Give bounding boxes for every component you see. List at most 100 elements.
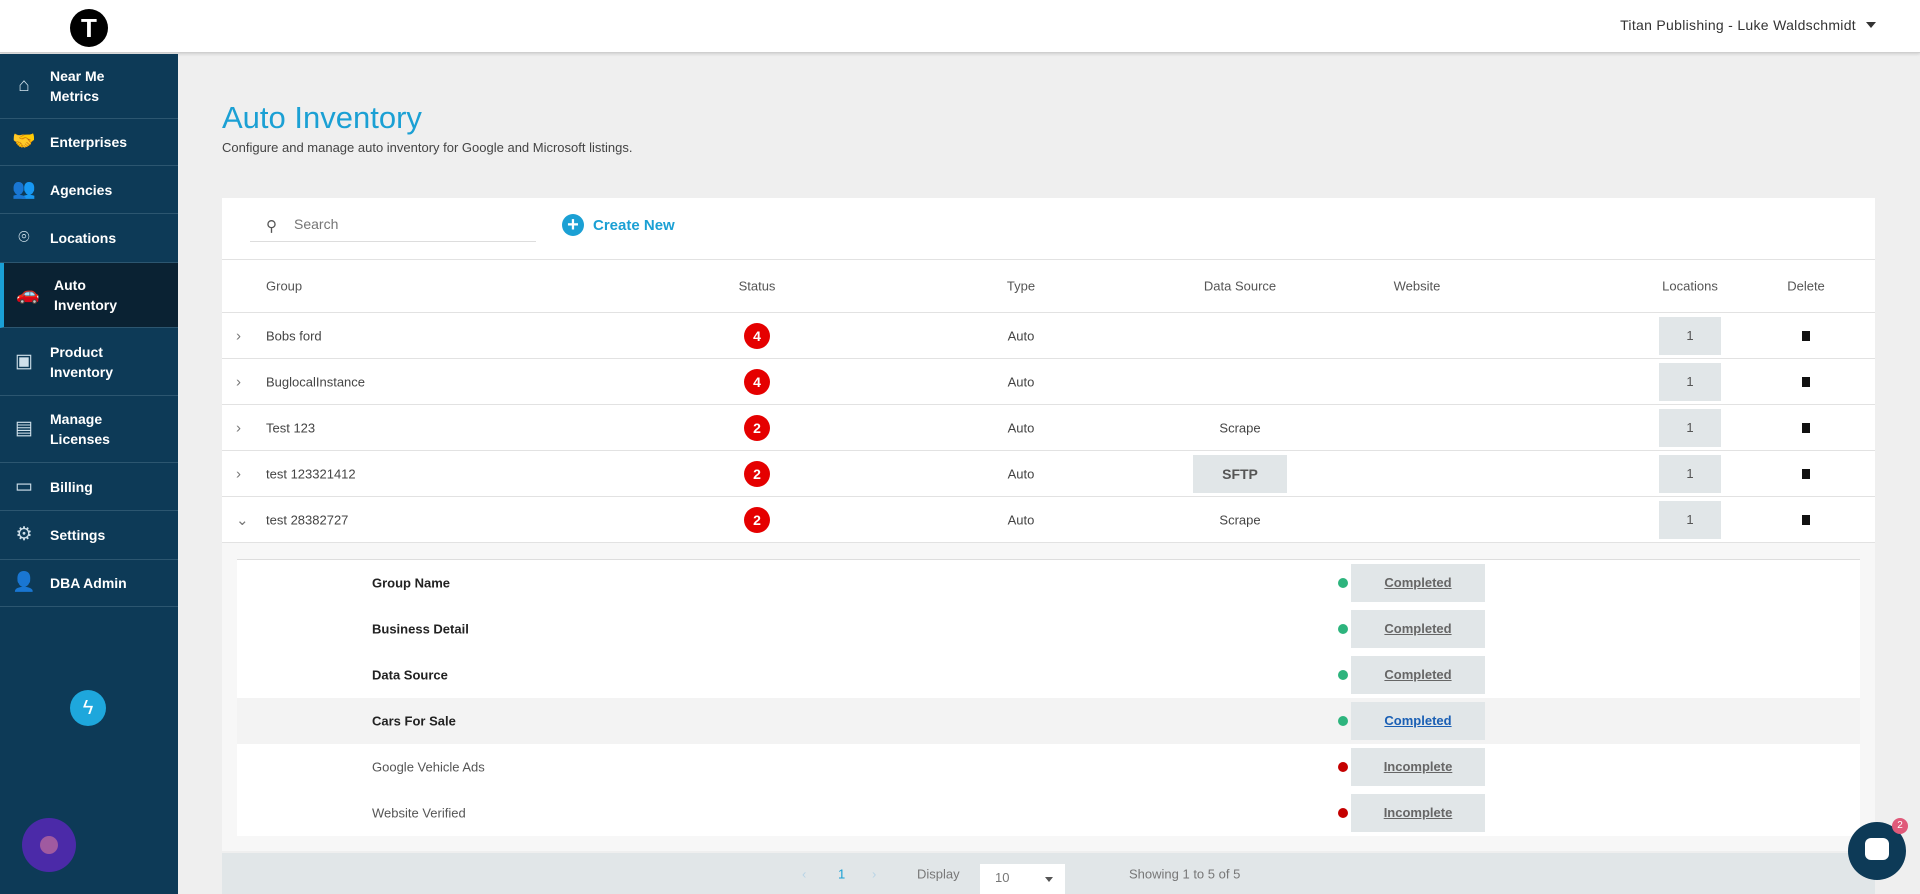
sidebar-item-product-inventory[interactable]: ▣ Product Inventory [0,328,178,396]
create-new-button[interactable]: + Create New [562,214,675,236]
trash-icon[interactable] [1802,422,1810,433]
locations-button[interactable]: 1 [1659,454,1721,493]
trash-icon[interactable] [1802,330,1810,341]
incomplete-button[interactable]: Incomplete [1351,794,1485,832]
status-badge[interactable]: 2 [744,414,770,441]
chat-button[interactable]: 2 [1848,818,1908,880]
next-page-icon[interactable]: › [872,866,876,881]
sidebar-item-billing[interactable]: ▭ Billing [0,463,178,511]
detail-label: Cars For Sale [372,713,456,729]
inventory-card: ⚲ + Create New Group Status Type Data So… [222,198,1875,851]
sidebar-item-dba-admin[interactable]: 👤 DBA Admin [0,560,178,607]
type: Auto [1007,420,1035,435]
detail-label: Data Source [372,667,448,683]
status-dot-icon [1338,762,1348,772]
locations-button[interactable]: 1 [1659,408,1721,447]
status-badge[interactable]: 2 [744,460,770,487]
column-data-source[interactable]: Data Source [1204,279,1276,294]
titan-logo[interactable]: T [70,9,108,47]
table-row[interactable]: › Test 123 2 Auto Scrape 1 [222,405,1875,451]
table-header: Group Status Type Data Source Website Lo… [222,260,1875,313]
plus-circle-icon: + [562,214,584,236]
chevron-right-icon[interactable]: › [236,465,241,482]
column-website[interactable]: Website [1394,279,1441,294]
group-name: BuglocalInstance [266,374,366,389]
chevron-right-icon[interactable]: › [236,373,241,390]
column-delete: Delete [1787,278,1825,294]
admin-icon: 👤 [12,572,36,593]
home-icon: ⌂ [18,75,30,96]
sidebar: ⌂ Near Me Metrics 🤝 Enterprises 👥 Agencies … [0,54,178,894]
trash-icon[interactable] [1802,376,1810,387]
chevron-down-icon[interactable] [1866,22,1876,28]
status-dot-icon [1338,716,1348,726]
billing-icon: ▭ [15,475,33,497]
toolbar: ⚲ + Create New [222,198,1875,260]
chevron-right-icon[interactable]: › [236,327,241,344]
completed-button[interactable]: Completed [1351,564,1485,602]
status-badge[interactable]: 4 [744,368,770,395]
sidebar-item-enterprises[interactable]: 🤝 Enterprises [0,119,178,166]
column-status[interactable]: Status [739,279,776,294]
search-input[interactable] [294,216,514,232]
map-pin-icon: ⌾ [18,227,30,248]
detail-row: Cars For Sale Completed [237,698,1860,744]
data-source-button[interactable]: SFTP [1193,454,1287,493]
status-badge[interactable]: 4 [744,322,770,349]
column-group[interactable]: Group [266,279,302,294]
chevron-right-icon[interactable]: › [236,419,241,436]
column-type[interactable]: Type [1007,279,1035,294]
status-badge[interactable]: 2 [744,506,770,533]
sidebar-item-agencies[interactable]: 👥 Agencies [0,166,178,214]
account-menu[interactable]: Titan Publishing - Luke Waldschmidt [1620,17,1856,33]
table-row[interactable]: › BuglocalInstance 4 Auto 1 [222,359,1875,405]
chevron-down-icon[interactable]: ⌄ [236,511,249,529]
detail-row: Group Name Completed [237,560,1860,606]
table-row[interactable]: › Bobs ford 4 Auto 1 [222,313,1875,359]
completed-button[interactable]: Completed [1351,702,1485,740]
trash-icon[interactable] [1802,514,1810,525]
expanded-details: Group Name Completed Business Detail Comp… [222,543,1875,851]
locations-button[interactable]: 1 [1659,500,1721,539]
people-icon: 👥 [12,178,36,200]
table-row[interactable]: ⌄ test 28382727 2 Auto Scrape 1 [222,497,1875,543]
type: Auto [1007,328,1035,343]
completed-button[interactable]: Completed [1351,610,1485,648]
table-row[interactable]: › test 123321412 2 Auto SFTP 1 [222,451,1875,497]
handshake-icon: 🤝 [12,131,36,152]
detail-row: Website Verified Incomplete [237,790,1860,836]
type: Auto [1007,466,1035,481]
group-name: test 123321412 [266,466,356,481]
locations-button[interactable]: 1 [1659,362,1721,401]
detail-label: Website Verified [372,805,466,821]
type: Auto [1007,512,1035,527]
sidebar-item-manage-licenses[interactable]: ▤ Manage Licenses [0,396,178,463]
trash-icon[interactable] [1802,468,1810,479]
chevron-down-icon [1045,877,1053,882]
display-count-select[interactable]: 10 [980,864,1065,894]
lightning-icon[interactable]: ϟ [70,690,106,726]
display-label: Display [917,866,960,881]
data-source: Scrape [1219,420,1261,435]
detail-label: Group Name [372,575,451,591]
locations-button[interactable]: 1 [1659,316,1721,355]
assistant-launcher-button[interactable] [22,818,76,872]
sidebar-item-auto-inventory[interactable]: 🚗 Auto Inventory [0,263,178,328]
page-number[interactable]: 1 [838,866,845,881]
page-title: Auto Inventory [222,100,422,135]
box-icon: ▣ [15,350,33,372]
completed-button[interactable]: Completed [1351,656,1485,694]
column-locations[interactable]: Locations [1662,279,1718,294]
sidebar-item-settings[interactable]: ⚙ Settings [0,511,178,560]
sidebar-item-locations[interactable]: ⌾ Locations [0,214,178,263]
search-icon: ⚲ [266,218,277,235]
dot-icon [40,836,58,854]
detail-row: Data Source Completed [237,652,1860,698]
status-dot-icon [1338,624,1348,634]
top-header: T Titan Publishing - Luke Waldschmidt [0,0,1920,53]
prev-page-icon[interactable]: ‹ [802,866,806,881]
incomplete-button[interactable]: Incomplete [1351,748,1485,786]
chat-icon [1865,838,1889,860]
status-dot-icon [1338,670,1348,680]
sidebar-item-near-me-metrics[interactable]: ⌂ Near Me Metrics [0,54,178,119]
